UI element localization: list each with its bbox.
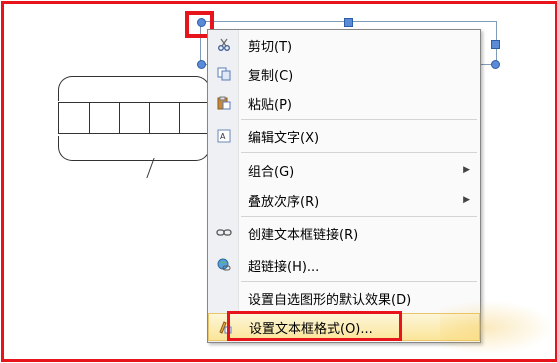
menu-item-label: 叠放次序(R) [248, 194, 320, 210]
menu-item-label: 超链接(H)... [248, 259, 320, 275]
context-menu: 剪切(T) 复制(C) 粘贴(P) A 编辑文字(X) 组合(G) ▶ 叠放次序… [207, 29, 481, 343]
ruler-shape[interactable] [58, 102, 209, 134]
annotation-highlight-menu-item [227, 311, 402, 341]
link-icon [216, 225, 232, 241]
menu-separator [241, 119, 477, 120]
menu-item-group[interactable]: 组合(G) ▶ [208, 156, 480, 184]
submenu-arrow-icon: ▶ [463, 195, 470, 205]
menu-item-edit-text[interactable]: A 编辑文字(X) [208, 122, 480, 150]
menu-item-label: 剪切(T) [248, 39, 293, 55]
resize-handle[interactable] [344, 18, 353, 27]
brace-shape-top [58, 76, 210, 101]
ruler-tick [179, 103, 180, 133]
menu-item-create-textbox-link[interactable]: 创建文本框链接(R) [208, 219, 480, 247]
resize-handle[interactable] [197, 60, 206, 69]
menu-item-paste[interactable]: 粘贴(P) [208, 89, 480, 117]
watermark-logo [440, 300, 555, 355]
svg-text:A: A [220, 132, 226, 141]
menu-item-label: 复制(C) [248, 68, 294, 84]
menu-item-label: 设置自选图形的默认效果(D) [248, 292, 412, 308]
menu-item-label: 组合(G) [248, 164, 295, 180]
brace-shape-bottom [58, 136, 210, 161]
ruler-tick [89, 103, 90, 133]
ruler-tick [119, 103, 120, 133]
menu-item-order[interactable]: 叠放次序(R) ▶ [208, 186, 480, 214]
menu-separator [241, 152, 477, 153]
paste-icon [216, 95, 232, 111]
menu-item-label: 粘贴(P) [248, 97, 292, 113]
scissors-icon [216, 37, 232, 53]
resize-handle[interactable] [491, 60, 500, 69]
edit-text-icon: A [216, 128, 232, 144]
ruler-tick [149, 103, 150, 133]
resize-handle[interactable] [491, 40, 500, 49]
copy-icon [216, 66, 232, 82]
submenu-arrow-icon: ▶ [463, 165, 470, 175]
hyperlink-globe-icon [216, 257, 232, 273]
menu-item-label: 创建文本框链接(R) [248, 227, 359, 243]
menu-item-copy[interactable]: 复制(C) [208, 60, 480, 88]
menu-item-hyperlink[interactable]: 超链接(H)... [208, 251, 480, 279]
menu-separator [241, 216, 477, 217]
menu-separator [241, 281, 477, 282]
menu-item-cut[interactable]: 剪切(T) [208, 31, 480, 59]
menu-item-label: 编辑文字(X) [248, 130, 320, 146]
